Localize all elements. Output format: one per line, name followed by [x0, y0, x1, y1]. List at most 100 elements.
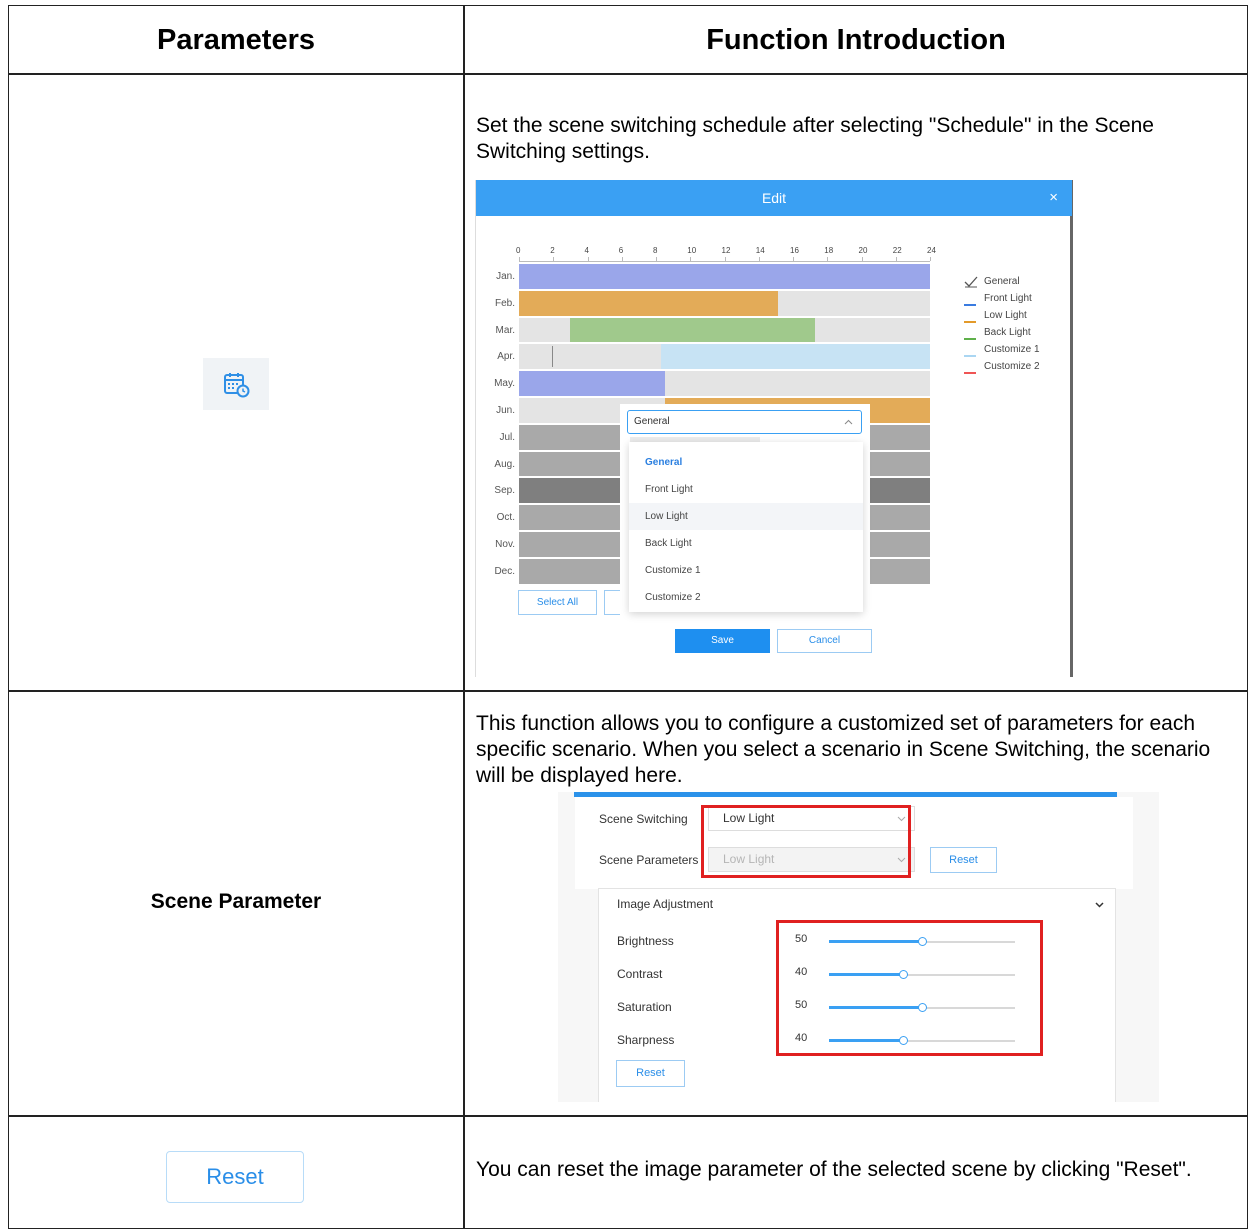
scene-parameter-label: Scene Parameter	[150, 890, 322, 913]
hour-tick-label: 16	[790, 246, 799, 255]
hour-tick-mark	[930, 257, 931, 261]
hour-tick-label: 8	[653, 246, 658, 255]
hour-tick-mark	[587, 257, 589, 261]
legend-general[interactable]: General	[984, 276, 1020, 287]
legend-swatch-low-light	[964, 321, 976, 323]
legend-front-light[interactable]: Front Light	[984, 293, 1032, 304]
dialog-header: Edit ×	[476, 180, 1072, 216]
hour-tick-label: 18	[824, 246, 834, 255]
hour-tick-label: 6	[618, 246, 624, 255]
schedule-bar-segment[interactable]	[519, 290, 778, 316]
reset-description: You can reset the image parameter of the…	[476, 1158, 1192, 1181]
scene-select-value: General	[634, 416, 670, 427]
scene-switching-label: Scene Switching	[599, 812, 688, 826]
legend-customize-2[interactable]: Customize 2	[984, 361, 1040, 372]
schedule-bar-segment[interactable]	[660, 344, 930, 370]
schedule-bar-segment[interactable]	[519, 371, 665, 396]
month-label: May.	[494, 378, 515, 390]
chevron-up-icon	[844, 419, 853, 425]
scene-parameter-description: This function allows you to configure a …	[476, 712, 1211, 787]
hour-tick-label: 20	[858, 246, 868, 255]
save-button[interactable]: Save	[675, 629, 770, 653]
hour-tick-mark	[895, 257, 897, 261]
row-divider	[9, 1115, 1247, 1117]
month-label: Jan.	[496, 271, 515, 282]
scene-parameters-label: Scene Parameters	[599, 853, 699, 867]
hour-tick-mark	[758, 257, 760, 261]
month-label: Jun.	[496, 405, 515, 416]
hour-tick-mark	[793, 257, 794, 261]
dialog-title: Edit	[761, 190, 787, 206]
schedule-bar-segment[interactable]	[664, 371, 930, 396]
slider-label: Brightness	[617, 934, 674, 948]
highlight-box-scene	[701, 805, 911, 878]
legend-swatch-customize-2	[964, 372, 976, 374]
schedule-divider	[552, 346, 553, 368]
dropdown-option-front-light[interactable]: Front Light	[629, 476, 863, 503]
scene-reset-top-button[interactable]: Reset	[930, 847, 997, 873]
checkmark-icon	[964, 276, 978, 288]
header-function-introduction: Function Introduction	[706, 23, 1006, 56]
hour-tick-mark	[827, 257, 829, 261]
column-divider	[463, 6, 465, 1228]
legend-customize-1[interactable]: Customize 1	[984, 344, 1040, 355]
schedule-bar-segment[interactable]	[777, 290, 930, 316]
cancel-button[interactable]: Cancel	[777, 629, 872, 653]
month-label: Jul.	[499, 431, 515, 443]
legend-swatch-customize-1	[964, 355, 976, 357]
schedule-bar-segment[interactable]	[519, 317, 571, 343]
hour-tick-mark	[861, 257, 863, 261]
dropdown-option-back-light[interactable]: Back Light	[629, 530, 863, 557]
legend-low-light[interactable]: Low Light	[984, 310, 1027, 321]
highlight-box-sliders	[776, 920, 1043, 1056]
legend-swatch-back-light	[964, 338, 976, 340]
month-label: Mar.	[495, 324, 515, 336]
chevron-down-icon[interactable]	[1095, 902, 1104, 908]
hour-tick-label: 2	[550, 246, 555, 255]
dropdown-option-general[interactable]: General	[629, 449, 863, 476]
dropdown-option-customize-1[interactable]: Customize 1	[629, 557, 863, 584]
dropdown-option-customize-2[interactable]: Customize 2	[629, 584, 863, 611]
legend-swatch-front-light	[964, 304, 976, 306]
hour-tick-label: 0	[516, 246, 521, 255]
month-label: Feb.	[494, 297, 515, 309]
schedule-icon-button[interactable]	[203, 358, 269, 410]
scene-dropdown-menu: General Front Light Low Light Back Light…	[629, 442, 863, 612]
legend-back-light[interactable]: Back Light	[984, 327, 1031, 338]
dropdown-option-low-light[interactable]: Low Light	[629, 503, 863, 530]
month-label: Dec.	[494, 565, 515, 577]
hour-tick-label: 4	[584, 246, 589, 255]
month-label: Oct.	[496, 512, 515, 524]
calendar-clock-icon	[224, 373, 250, 398]
hour-tick-label: 24	[927, 246, 936, 255]
hour-tick-label: 14	[755, 246, 765, 255]
slider-label: Contrast	[617, 967, 663, 981]
hour-ruler	[519, 261, 930, 262]
close-icon[interactable]: ×	[1049, 180, 1058, 216]
schedule-bar-segment[interactable]	[814, 317, 930, 343]
hour-tick-mark	[656, 257, 657, 261]
hour-tick-mark	[519, 257, 520, 261]
hour-tick-label: 12	[721, 246, 731, 255]
select-all-button[interactable]: Select All	[518, 590, 597, 615]
month-label: Nov.	[495, 539, 515, 550]
schedule-bar-segment[interactable]	[570, 317, 815, 343]
image-adjustment-title: Image Adjustment	[617, 897, 714, 911]
hour-tick-mark	[690, 257, 692, 261]
image-reset-button[interactable]: Reset	[616, 1060, 685, 1087]
hour-tick-mark	[553, 257, 555, 261]
schedule-description: Set the scene switching schedule after s…	[476, 114, 1154, 163]
month-label: Sep.	[494, 485, 515, 497]
schedule-bar-segment[interactable]	[519, 264, 930, 289]
schedule-bar-segment[interactable]	[519, 344, 661, 370]
slider-label: Saturation	[617, 1000, 672, 1014]
scene-select[interactable]: General	[627, 410, 862, 434]
hour-tick-mark	[621, 257, 623, 261]
month-label: Aug.	[494, 458, 515, 470]
header-parameters: Parameters	[157, 23, 315, 56]
hour-tick-label: 22	[892, 246, 902, 255]
hour-tick-mark	[724, 257, 726, 261]
hour-tick-label: 10	[687, 246, 697, 255]
reset-button[interactable]: Reset	[166, 1151, 304, 1203]
month-label: Apr.	[497, 351, 515, 363]
